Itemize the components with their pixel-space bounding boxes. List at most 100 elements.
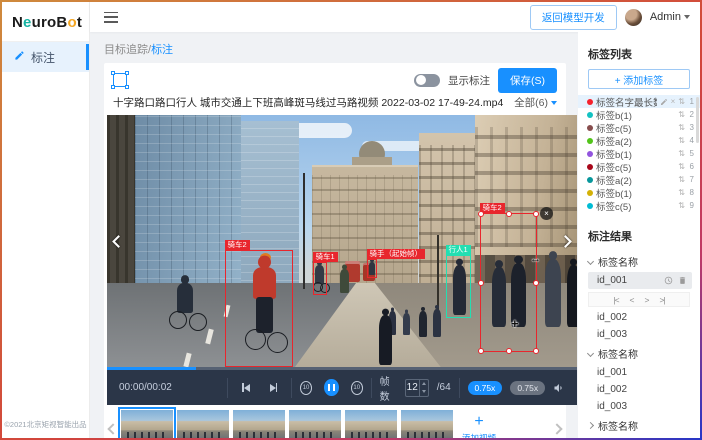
video-thumbnail-2[interactable] [177,410,229,438]
label-row[interactable]: 标签b(1) ⇅ 2 [578,108,700,121]
result-item[interactable]: id_003 [578,398,700,415]
logo: NeuroBot [2,2,89,42]
result-item[interactable]: id_002 [578,381,700,398]
sort-icon[interactable]: ⇅ [678,137,685,145]
chevron-down-icon [551,101,557,105]
label-color-dot [587,112,593,118]
frame-up-button[interactable] [420,380,428,388]
annotation-box-2[interactable]: 骑车1 [313,262,327,295]
annotation-label: 骑手（起始帧） [367,249,426,259]
resize-handle[interactable] [478,211,484,217]
volume-icon[interactable] [553,381,565,395]
label-row[interactable]: 标签a(2) ⇅ 7 [578,173,700,186]
result-group-header[interactable]: 标签名称 [578,251,700,272]
annotation-box-3[interactable]: 骑手（起始帧） [367,259,377,278]
result-group-header[interactable]: 标签名称 [578,343,700,364]
prev-frame-button[interactable]: < [630,295,634,305]
frame-down-button[interactable] [420,388,428,396]
label-row[interactable]: 标签b(1) ⇅ 5 [578,147,700,160]
pause-button[interactable] [324,379,338,396]
speed-button[interactable]: 0.75x [510,381,545,395]
resize-handle[interactable] [478,280,484,286]
frame-number-input[interactable]: 12 [405,379,429,397]
label-row[interactable]: 标签a(2) ⇅ 4 [578,134,700,147]
resize-handle[interactable] [478,348,484,354]
back-to-model-dev-button[interactable]: 返回模型开发 [530,5,617,30]
forward-10-icon[interactable]: 10 [351,381,363,395]
sort-icon[interactable]: ⇅ [678,176,685,184]
scrollbar[interactable] [696,97,699,143]
resize-handle[interactable] [533,348,539,354]
delete-box-icon[interactable]: × [540,207,553,220]
result-item[interactable]: id_002 [578,309,700,326]
chevron-right-icon [587,422,594,429]
history-icon[interactable] [664,276,673,285]
rewind-10-icon[interactable]: 10 [300,381,312,395]
menu-collapse-icon[interactable] [104,12,118,23]
sort-icon[interactable]: ⇅ [678,163,685,171]
next-frame-button[interactable]: > [645,295,649,305]
label-row[interactable]: 标签c(5) ⇅ 6 [578,160,700,173]
save-button[interactable]: 保存(S) [498,68,557,93]
result-group-header[interactable]: 标签名称 [578,415,700,436]
video-frame-image[interactable]: 骑车2 骑车1 骑手（起始帧） 行人1 [107,115,577,367]
sidebar-item-annotate[interactable]: 标注 [2,42,89,72]
sort-icon[interactable]: ⇅ [678,98,685,106]
result-item[interactable]: id_003 [578,326,700,343]
frame-count-label: 帧数 [380,373,397,403]
annotation-panel: 显示标注 保存(S) 十字路口路口行人 城市交通上下班高峰斑马线过马路视频 20… [104,63,566,438]
results-panel: 标注结果 标签名称 id_001 |< < > >| [578,228,700,436]
delete-label-icon[interactable]: × [671,98,676,106]
video-thumbnail-3[interactable] [233,410,285,438]
progress-bar[interactable] [107,367,577,370]
video-controls: 00:00/00:02 10 10 帧数 12 [107,367,577,405]
rect-select-tool-icon[interactable] [113,73,127,87]
label-filter-dropdown[interactable]: 全部(6) [514,95,557,110]
speed-button-active[interactable]: 0.75x [468,381,503,395]
video-thumbnail-1[interactable] [121,410,173,438]
video-thumbnail-6[interactable] [401,410,453,438]
edit-label-icon[interactable] [660,98,668,106]
trash-icon[interactable] [678,276,687,285]
user-menu[interactable]: Admin [650,11,690,23]
add-label-button[interactable]: + 添加标签 [588,69,690,89]
add-video-button[interactable]: + 添加视频 [457,408,501,438]
active-indicator [86,44,89,70]
avatar[interactable] [625,9,642,26]
breadcrumb-parent[interactable]: 目标追踪 [104,44,148,56]
last-frame-button[interactable]: >| [659,295,664,305]
prev-frame-button[interactable] [242,383,250,392]
result-item[interactable]: id_001 [578,364,700,381]
annotation-box-5-selected[interactable]: 骑车2 × [480,213,537,352]
sort-icon[interactable]: ⇅ [678,111,685,119]
annotation-box-1[interactable]: 骑车2 [225,250,293,367]
resize-handle[interactable] [533,211,539,217]
sort-icon[interactable]: ⇅ [678,189,685,197]
video-thumbnail-5[interactable] [345,410,397,438]
frame-total-label: /64 [437,382,451,393]
label-row[interactable]: 标签c(5) ⇅ 3 [578,121,700,134]
breadcrumb-current[interactable]: 标注 [151,44,173,56]
filmstrip-next-chevron-icon[interactable] [551,423,562,434]
label-row[interactable]: 标签c(5) ⇅ 9 [578,199,700,212]
pencil-icon [14,50,25,64]
next-frame-button[interactable] [270,383,278,392]
annotation-label: 骑车2 [225,240,250,250]
label-row[interactable]: 标签名字最长数... × ⇅ 1 [578,95,700,108]
frame-pager: |< < > >| [588,292,690,307]
video-player: 骑车2 骑车1 骑手（起始帧） 行人1 [107,115,577,405]
first-frame-button[interactable]: |< [613,295,618,305]
resize-handle[interactable] [506,348,512,354]
sort-icon[interactable]: ⇅ [678,202,685,210]
sort-icon[interactable]: ⇅ [678,124,685,132]
resize-handle[interactable] [506,211,512,217]
video-thumbnail-4[interactable] [289,410,341,438]
label-row[interactable]: 标签b(1) ⇅ 8 [578,186,700,199]
result-item-selected[interactable]: id_001 [588,272,692,289]
sort-icon[interactable]: ⇅ [678,150,685,158]
show-annotation-toggle[interactable] [414,74,440,87]
filmstrip-prev-chevron-icon[interactable] [107,423,118,434]
resize-handle[interactable] [533,280,539,286]
app-window: NeuroBot 标注 ©2021北京矩视智能出品 返回模型开发 Admin [2,2,700,438]
annotation-box-4[interactable]: 行人1 [446,255,471,318]
